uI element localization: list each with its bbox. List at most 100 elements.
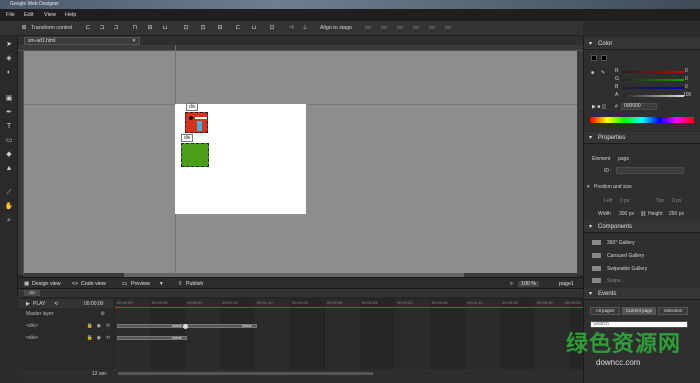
- stage-align-4-icon[interactable]: ▭: [412, 25, 420, 32]
- loop-icon[interactable]: ⟲: [106, 322, 110, 331]
- timeline-tab[interactable]: div: [24, 290, 40, 296]
- keyframe-marker[interactable]: [183, 324, 188, 329]
- left-field[interactable]: 0 px: [620, 198, 629, 204]
- align-top-icon[interactable]: ⊓: [131, 25, 139, 32]
- timeline-scrollbar[interactable]: [118, 372, 373, 375]
- animation-bar-2[interactable]: linear: [117, 335, 187, 340]
- component-item[interactable]: Swipe...: [592, 278, 625, 284]
- close-tab-icon[interactable]: ✕: [132, 38, 136, 44]
- design-view-button[interactable]: Design view: [32, 281, 61, 287]
- size-both-icon[interactable]: ⊡: [268, 25, 276, 32]
- link-icon[interactable]: ⛓: [640, 211, 646, 217]
- tab-all-pages[interactable]: All pages: [590, 307, 620, 315]
- align-right-icon[interactable]: ⊐: [112, 25, 120, 32]
- document-tab[interactable]: sm-ad1.html ✕: [24, 37, 140, 45]
- component-item[interactable]: 360° Gallery: [592, 240, 635, 246]
- components-panel-header[interactable]: Components: [584, 221, 700, 233]
- text-tool-icon[interactable]: T: [4, 122, 14, 132]
- stage-align-2-icon[interactable]: ▭: [380, 25, 388, 32]
- color-value-r[interactable]: 0: [685, 68, 688, 74]
- loop-icon[interactable]: ⟲: [106, 334, 110, 343]
- layer-row-div1[interactable]: <div> 🔒 ◉ ⟲: [18, 322, 113, 331]
- distribute-icon[interactable]: ⊟: [216, 25, 224, 32]
- zoom-field[interactable]: 100 %: [518, 281, 540, 287]
- align-to-stage-label[interactable]: Align to stage: [320, 25, 352, 31]
- size-height-icon[interactable]: ⊔: [250, 25, 258, 32]
- eye-icon[interactable]: ◉: [97, 322, 101, 331]
- eyedropper-tool-icon[interactable]: ⟋: [4, 188, 14, 198]
- lock-icon[interactable]: 🔒: [87, 334, 93, 343]
- selection-tool-icon[interactable]: ➤: [4, 40, 14, 50]
- distribute-h-icon[interactable]: ⊡: [182, 25, 190, 32]
- stage-align-6-icon[interactable]: ▭: [444, 25, 452, 32]
- slider-b[interactable]: [622, 87, 684, 89]
- preview-dropdown-icon[interactable]: ▾: [160, 281, 163, 287]
- color-value-g[interactable]: 0: [685, 76, 688, 82]
- tag-tool-icon[interactable]: ▣: [4, 94, 14, 104]
- menu-view[interactable]: View: [44, 12, 56, 18]
- color-value-a[interactable]: 100: [683, 92, 691, 98]
- space-v-icon[interactable]: ⊥: [301, 25, 309, 32]
- fill-swatch[interactable]: [591, 55, 597, 61]
- component-item[interactable]: Swipeable Gallery: [592, 266, 647, 272]
- size-width-icon[interactable]: ⊏: [234, 25, 242, 32]
- stage-align-1-icon[interactable]: ▭: [364, 25, 372, 32]
- tab-current-page[interactable]: Current page: [622, 307, 656, 315]
- play-button[interactable]: PLAY: [33, 301, 45, 307]
- play-icon[interactable]: ▶: [26, 301, 30, 307]
- stroke-swatch[interactable]: [601, 55, 607, 61]
- component-item[interactable]: Carousel Gallery: [592, 253, 644, 259]
- tab-selection[interactable]: Selection: [658, 307, 688, 315]
- align-center-icon[interactable]: ⊐: [98, 25, 106, 32]
- color-spectrum[interactable]: [590, 117, 694, 123]
- events-panel-header[interactable]: Events: [584, 288, 700, 300]
- eyedropper-icon[interactable]: ✎: [601, 70, 605, 76]
- menu-file[interactable]: File: [6, 12, 15, 18]
- page-selector[interactable]: page1: [559, 281, 574, 287]
- transform-control-label[interactable]: Transform control: [31, 25, 72, 31]
- stroke-tool-icon[interactable]: ▲: [4, 164, 14, 174]
- eye-icon[interactable]: ◉: [97, 334, 101, 343]
- gear-icon[interactable]: ⚙: [101, 310, 105, 319]
- fill-tool-icon[interactable]: ◆: [4, 150, 14, 160]
- publish-button[interactable]: Publish: [186, 281, 203, 287]
- color-tools-icon[interactable]: ▶ ■ ◫: [592, 104, 606, 110]
- layer-row-div2[interactable]: <div> 🔒 ◉ ⟲: [18, 334, 113, 343]
- preview-button[interactable]: Preview: [131, 281, 150, 287]
- color-value-b[interactable]: 0: [685, 84, 688, 90]
- loop-icon[interactable]: ⟲: [54, 301, 58, 307]
- align-middle-icon[interactable]: ⊟: [146, 25, 154, 32]
- distribute-v-icon[interactable]: ⊡: [199, 25, 207, 32]
- color-panel-header[interactable]: Color: [584, 38, 700, 50]
- layer-row-master[interactable]: Master layer ⚙: [18, 310, 113, 319]
- width-field[interactable]: 300 px: [619, 211, 634, 217]
- green-div-element[interactable]: [181, 143, 209, 167]
- slider-r[interactable]: [622, 71, 684, 73]
- id-input[interactable]: [616, 167, 684, 174]
- shape-tool-icon[interactable]: ▭: [4, 136, 14, 146]
- menu-edit[interactable]: Edit: [24, 12, 33, 18]
- color-mode-icon[interactable]: ■: [591, 70, 594, 76]
- position-size-title[interactable]: Position and size: [594, 184, 632, 190]
- 3d-rotation-tool-icon[interactable]: ◈: [4, 54, 14, 64]
- align-left-icon[interactable]: ⊏: [84, 25, 92, 32]
- pen-tool-icon[interactable]: ✒: [4, 108, 14, 118]
- hex-input[interactable]: 000000: [621, 103, 657, 110]
- space-h-icon[interactable]: ⊣: [287, 25, 295, 32]
- timeline-tracks[interactable]: 00:00:00 00:00:25 00:00:50 00:01:15 00:0…: [115, 299, 583, 369]
- lock-icon[interactable]: 🔒: [87, 322, 93, 331]
- zoom-tool-icon[interactable]: ⌕: [4, 216, 14, 226]
- slider-a[interactable]: [622, 95, 684, 97]
- stage-align-5-icon[interactable]: ▭: [428, 25, 436, 32]
- code-view-button[interactable]: Code view: [81, 281, 106, 287]
- red-image-element[interactable]: [185, 112, 208, 133]
- menu-help[interactable]: Help: [65, 12, 76, 18]
- align-bottom-icon[interactable]: ⊔: [161, 25, 169, 32]
- hand-tool-icon[interactable]: ✋: [4, 202, 14, 212]
- 3d-translation-tool-icon[interactable]: ◐: [4, 68, 14, 78]
- slider-g[interactable]: [622, 79, 684, 81]
- top-field[interactable]: 0 px: [672, 198, 681, 204]
- height-field[interactable]: 250 px: [669, 211, 684, 217]
- properties-panel-header[interactable]: Properties: [584, 132, 700, 144]
- stage-align-3-icon[interactable]: ▭: [396, 25, 404, 32]
